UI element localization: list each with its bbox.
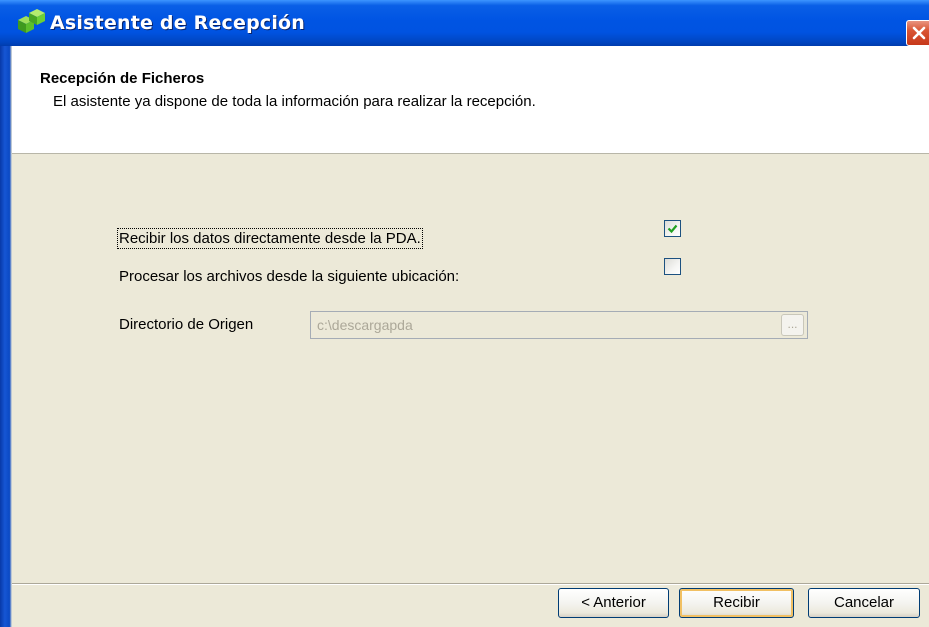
- back-button[interactable]: < Anterior: [558, 588, 669, 618]
- close-button[interactable]: [906, 20, 929, 46]
- checkmark-icon: [667, 224, 678, 234]
- wizard-header: Recepción de Ficheros El asistente ya di…: [0, 46, 929, 154]
- process-files-checkbox[interactable]: [664, 258, 681, 275]
- window-left-border: [0, 46, 12, 627]
- directory-input[interactable]: c:\descargapda: [310, 311, 808, 339]
- receive-pda-label[interactable]: Recibir los datos directamente desde la …: [117, 228, 423, 249]
- close-icon: [912, 26, 926, 40]
- directory-label: Directorio de Origen: [119, 316, 254, 333]
- receive-pda-checkbox[interactable]: [664, 220, 681, 237]
- title-bar[interactable]: Asistente de Recepción: [0, 0, 929, 46]
- cancel-button[interactable]: Cancelar: [808, 588, 920, 618]
- wizard-footer: < Anterior Recibir Cancelar: [12, 585, 929, 627]
- page-title: Recepción de Ficheros: [40, 70, 205, 87]
- browse-button[interactable]: ...: [781, 314, 804, 336]
- wizard-window: Asistente de Recepción Recepción de Fich…: [0, 0, 929, 627]
- window-title: Asistente de Recepción: [50, 12, 306, 34]
- wizard-content: Recibir los datos directamente desde la …: [12, 154, 929, 583]
- process-files-label[interactable]: Procesar los archivos desde la siguiente…: [119, 268, 459, 285]
- page-subtitle: El asistente ya dispone de toda la infor…: [53, 93, 536, 110]
- green-cubes-icon: [14, 8, 50, 38]
- receive-button[interactable]: Recibir: [679, 588, 794, 618]
